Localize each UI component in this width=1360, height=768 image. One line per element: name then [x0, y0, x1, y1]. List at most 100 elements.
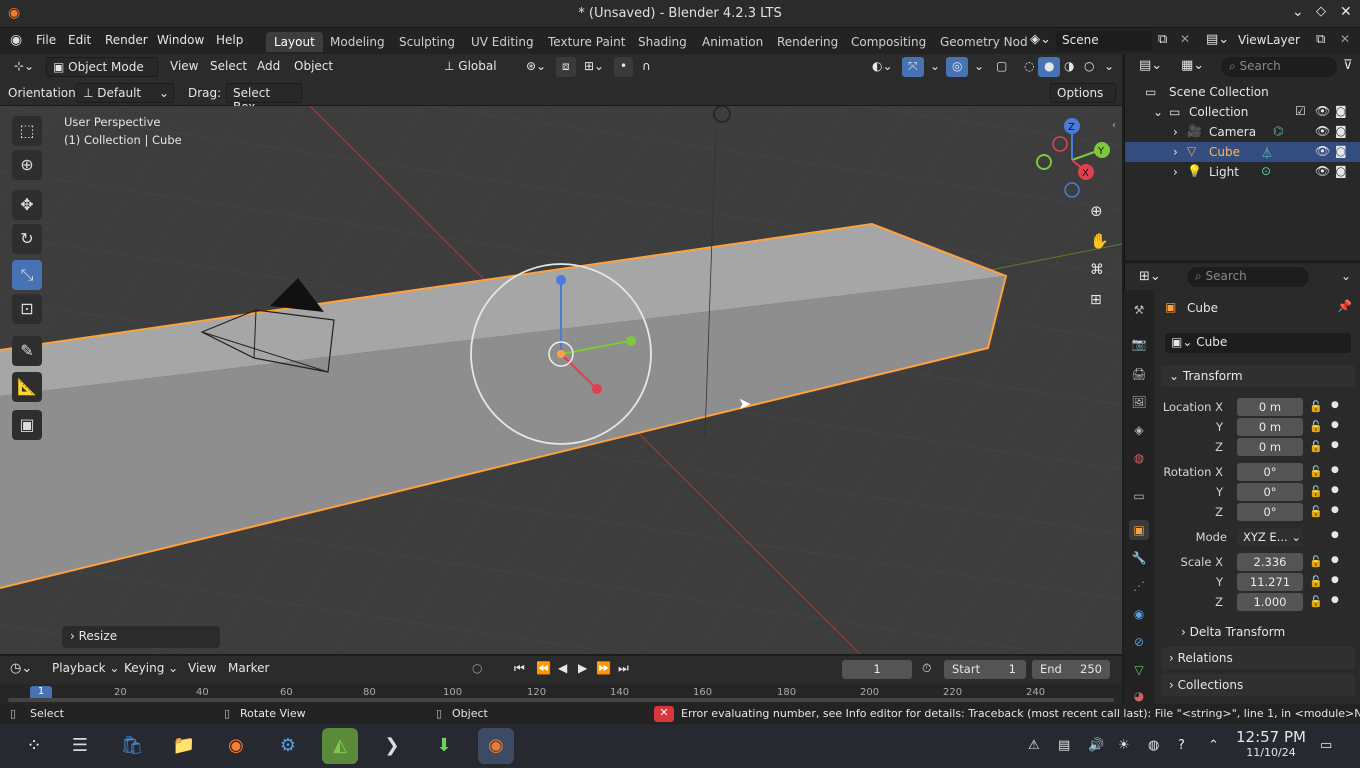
lock-icon[interactable]: 🔓: [1309, 440, 1323, 453]
start-frame-field[interactable]: Start 1: [944, 660, 1026, 679]
menu-file[interactable]: File: [36, 33, 56, 47]
new-scene-icon[interactable]: ⧉: [1158, 32, 1167, 47]
rotation-y-field[interactable]: 0°: [1237, 483, 1303, 501]
zoom-icon[interactable]: ⊕: [1090, 202, 1103, 220]
perspective-toggle-icon[interactable]: ⊞: [1090, 292, 1102, 308]
tab-rendering[interactable]: Rendering: [769, 32, 846, 52]
play-reverse-icon[interactable]: ◀: [558, 661, 567, 675]
outliner-scene-collection[interactable]: ▭ Scene Collection: [1125, 82, 1360, 102]
lock-icon[interactable]: 🔓: [1309, 595, 1323, 608]
outliner-item-cube[interactable]: › ▽ Cube ⏃ 👁 ◙: [1125, 142, 1360, 162]
lock-icon[interactable]: 🔓: [1309, 420, 1323, 433]
mode-dropdown[interactable]: ▣ Object Mode ⌄: [46, 57, 158, 88]
overlay-dropdown-icon[interactable]: ⌄: [968, 57, 990, 77]
output-tab-icon[interactable]: 🖨: [1129, 364, 1149, 384]
menu-timeline-view[interactable]: View: [182, 659, 222, 679]
scale-tool-icon[interactable]: ⤡: [12, 260, 42, 290]
tool-tab-icon[interactable]: ⚒: [1129, 300, 1149, 320]
minimize-icon[interactable]: ⌄: [1292, 4, 1304, 20]
physics-tab-icon[interactable]: ◉: [1129, 604, 1149, 624]
keyframe-dot-icon[interactable]: ●: [1331, 485, 1339, 495]
lock-icon[interactable]: 🔓: [1309, 465, 1323, 478]
menu-marker[interactable]: Marker: [222, 659, 275, 679]
file-manager-icon[interactable]: 📁: [166, 728, 202, 764]
camera-render-icon[interactable]: ◙: [1335, 164, 1347, 178]
cursor-tool-icon[interactable]: ⊕: [12, 150, 42, 180]
settings-mixer-icon[interactable]: ☰: [62, 728, 98, 764]
menu-object[interactable]: Object: [288, 57, 339, 77]
eye-icon[interactable]: 👁: [1315, 164, 1330, 178]
close-icon[interactable]: ✕: [1340, 4, 1352, 20]
eye-icon[interactable]: 👁: [1315, 104, 1330, 118]
tab-texture-paint[interactable]: Texture Paint: [540, 32, 633, 52]
move-tool-icon[interactable]: ✥: [12, 190, 42, 220]
tab-uv-editing[interactable]: UV Editing: [463, 32, 542, 52]
tab-layout[interactable]: Layout: [266, 32, 323, 52]
measure-tool-icon[interactable]: 📐: [12, 372, 42, 402]
particles-tab-icon[interactable]: ⋰: [1129, 576, 1149, 596]
transform-orientation-dropdown[interactable]: ⊥ Global ⌄: [438, 57, 516, 87]
status-error-message[interactable]: Error evaluating number, see Info editor…: [681, 707, 1360, 720]
material-tab-icon[interactable]: ◕: [1129, 686, 1149, 706]
pivot-point-icon[interactable]: ⊛⌄: [520, 57, 552, 77]
add-cube-tool-icon[interactable]: ▣: [12, 410, 42, 440]
jump-start-icon[interactable]: ⏮: [514, 661, 525, 676]
keyframe-dot-icon[interactable]: ●: [1331, 555, 1339, 565]
system-settings-icon[interactable]: ⚙: [270, 728, 306, 764]
navigation-gizmo[interactable]: Z Y X: [1032, 118, 1112, 208]
transform-tool-icon[interactable]: ⊡: [12, 294, 42, 324]
new-viewlayer-icon[interactable]: ⧉: [1316, 32, 1325, 47]
options-dropdown[interactable]: Options ⌄: [1050, 83, 1116, 114]
chevron-right-icon[interactable]: ›: [1173, 125, 1178, 139]
terminal-icon[interactable]: ❯: [374, 728, 410, 764]
proportional-falloff-icon[interactable]: ∩: [636, 57, 657, 77]
delta-transform-subpanel[interactable]: › Delta Transform: [1181, 625, 1285, 639]
viewlayer-icon[interactable]: ▤⌄: [1206, 32, 1229, 47]
notifications-icon[interactable]: ⚠: [1028, 738, 1040, 753]
filter-icon[interactable]: ⊽: [1343, 58, 1353, 73]
keyframe-dot-icon[interactable]: ●: [1331, 530, 1339, 540]
chevron-down-icon[interactable]: ⌄: [1153, 105, 1163, 119]
lock-icon[interactable]: 🔓: [1309, 400, 1323, 413]
app-launcher-icon[interactable]: ⁘: [16, 728, 52, 764]
scale-y-field[interactable]: 11.271: [1237, 573, 1303, 591]
snap-target-icon[interactable]: ⊞⌄: [578, 57, 610, 77]
lock-icon[interactable]: 🔓: [1309, 555, 1323, 568]
keyframe-dot-icon[interactable]: ●: [1331, 420, 1339, 430]
chevron-right-icon[interactable]: ›: [1173, 145, 1178, 159]
location-x-field[interactable]: 0 m: [1237, 398, 1303, 416]
stopwatch-icon[interactable]: ⏱: [922, 661, 931, 676]
keyframe-dot-icon[interactable]: ●: [1331, 440, 1339, 450]
delete-scene-icon[interactable]: ✕: [1180, 32, 1190, 46]
eye-icon[interactable]: 👁: [1315, 124, 1330, 138]
visibility-icon[interactable]: ◐⌄: [866, 57, 899, 77]
orientation-dropdown[interactable]: ⊥ Default ⌄: [76, 83, 174, 103]
tab-shading[interactable]: Shading: [630, 32, 695, 52]
gizmo-dropdown-icon[interactable]: ⌄: [924, 57, 946, 77]
location-z-field[interactable]: 0 m: [1237, 438, 1303, 456]
select-box-tool-icon[interactable]: ⬚: [12, 116, 42, 146]
rotation-mode-dropdown[interactable]: XYZ E... ⌄: [1237, 528, 1303, 546]
blender-taskbar-icon[interactable]: ◉: [478, 728, 514, 764]
world-tab-icon[interactable]: ◍: [1129, 448, 1149, 468]
render-tab-icon[interactable]: 📷: [1129, 334, 1149, 354]
brightness-icon[interactable]: ☀: [1118, 738, 1130, 753]
transform-panel-header[interactable]: ⌄ Transform: [1161, 365, 1355, 387]
tab-sculpting[interactable]: Sculpting: [391, 32, 463, 52]
3d-viewport[interactable]: User Perspective (1) Collection | Cube ⬚…: [0, 106, 1122, 654]
scale-x-field[interactable]: 2.336: [1237, 553, 1303, 571]
outliner-editor-icon[interactable]: ▤⌄: [1139, 58, 1162, 73]
menu-keying[interactable]: Keying ⌄: [118, 659, 184, 679]
scene-selector-icon[interactable]: ◈⌄: [1030, 32, 1051, 47]
pin-icon[interactable]: 📌: [1337, 299, 1352, 313]
sidebar-toggle-icon[interactable]: ‹: [1112, 120, 1116, 131]
rotate-tool-icon[interactable]: ↻: [12, 224, 42, 254]
properties-editor-icon[interactable]: ⊞⌄: [1139, 269, 1161, 284]
keyframe-dot-icon[interactable]: ●: [1331, 505, 1339, 515]
menu-select[interactable]: Select: [204, 57, 253, 77]
volume-icon[interactable]: 🔊: [1088, 738, 1104, 753]
collection-tab-icon[interactable]: ▭: [1129, 486, 1149, 506]
tab-compositing[interactable]: Compositing: [843, 32, 934, 52]
keyframe-dot-icon[interactable]: ●: [1331, 465, 1339, 475]
auto-keying-icon[interactable]: ○: [472, 661, 482, 675]
